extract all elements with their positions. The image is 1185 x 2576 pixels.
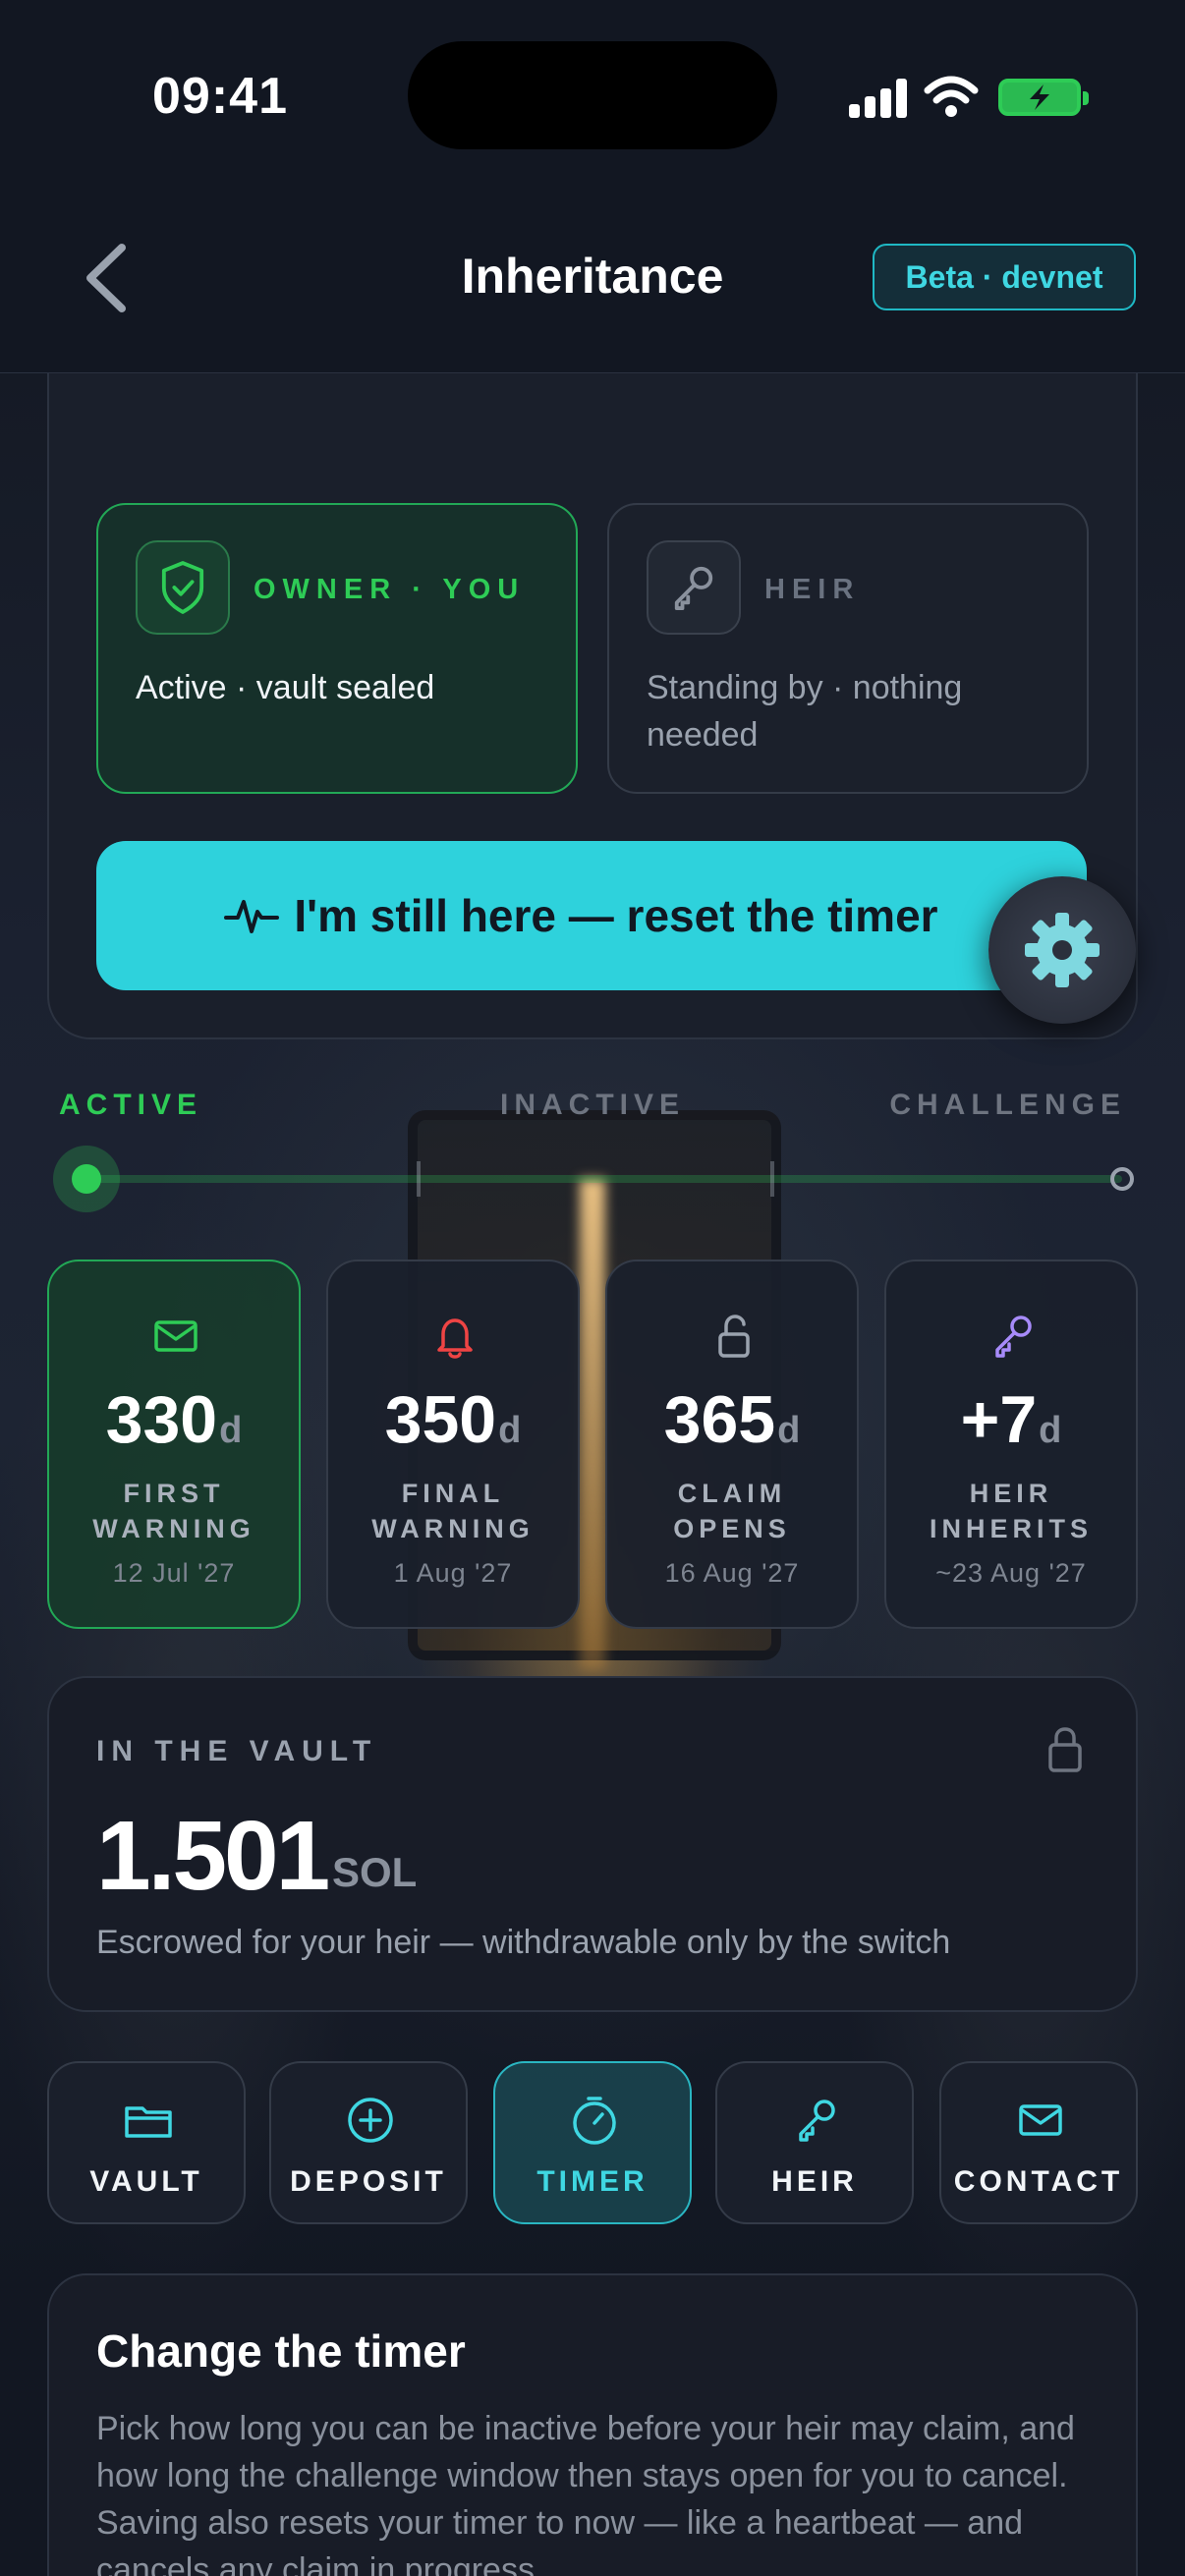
milestone-unit: d (777, 1410, 801, 1451)
folder-icon (125, 2106, 172, 2138)
timer-card-description: Pick how long you can be inactive before… (96, 2410, 1075, 2576)
bell-icon (437, 1318, 473, 1359)
unlock-icon (718, 1315, 750, 1358)
dynamic-island (408, 41, 777, 149)
timeline-phase-challenge: CHALLENGE (889, 1089, 1126, 1121)
tab-deposit[interactable]: DEPOSIT (269, 2061, 468, 2224)
vault-label: IN THE VAULT (96, 1735, 378, 1767)
heir-role-label: HEIR (764, 574, 861, 605)
timeline-track (86, 1175, 1122, 1183)
status-time: 09:41 (152, 68, 288, 125)
milestone-unit: d (1039, 1410, 1062, 1451)
timer-card-title: Change the timer (96, 2325, 466, 2377)
owner-role-label: OWNER · YOU (254, 574, 526, 605)
milestone-value: 330 (105, 1382, 218, 1457)
milestone-title: HEIR INHERITS (929, 1479, 1093, 1543)
milestone-value: 365 (663, 1382, 776, 1457)
settings-fab-button[interactable] (988, 876, 1136, 1024)
envelope-icon (1019, 2104, 1062, 2136)
vault-amount: 1.501 (96, 1801, 330, 1911)
milestone-title: FIRST WARNING (92, 1479, 255, 1543)
battery-charging-icon (998, 79, 1089, 116)
vault-light-glow (580, 1179, 605, 1670)
vault-description: Escrowed for your heir — withdrawable on… (96, 1924, 951, 1961)
cellular-signal-icon (849, 79, 908, 118)
lock-icon (1048, 1727, 1082, 1772)
milestone-unit: d (498, 1410, 522, 1451)
timer-icon (573, 2097, 616, 2145)
milestone-date: 1 Aug '27 (393, 1558, 513, 1588)
owner-role-card: OWNER · YOU Active · vault sealed (96, 503, 578, 794)
tab-label: TIMER (536, 2165, 649, 2198)
key-icon (799, 2100, 835, 2142)
timeline-tick (417, 1161, 421, 1197)
milestone-title: FINAL WARNING (371, 1479, 535, 1543)
milestone-heir-inherits: +7d HEIR INHERITS ~23 Aug '27 (884, 1260, 1138, 1629)
heir-role-status: Standing by · nothing needed (647, 669, 963, 754)
gear-icon (1025, 913, 1100, 987)
shield-check-icon (136, 540, 230, 635)
milestone-date: 16 Aug '27 (664, 1558, 800, 1588)
tab-timer[interactable]: TIMER (493, 2061, 692, 2224)
tab-label: DEPOSIT (290, 2165, 447, 2198)
key-icon (995, 1316, 1032, 1358)
milestone-final-warning: 350d FINAL WARNING 1 Aug '27 (326, 1260, 580, 1629)
status-bar: 09:41 (0, 0, 1185, 196)
tab-label: VAULT (89, 2165, 203, 2198)
tab-vault[interactable]: VAULT (47, 2061, 246, 2224)
heartbeat-icon (224, 900, 279, 933)
owner-role-status: Active · vault sealed (136, 669, 435, 706)
milestone-title: CLAIM OPENS (673, 1479, 791, 1543)
milestone-value: 350 (384, 1382, 497, 1457)
vault-unit: SOL (332, 1849, 418, 1895)
heir-role-card: HEIR Standing by · nothing needed (607, 503, 1089, 794)
key-icon (647, 540, 741, 635)
tab-contact[interactable]: CONTACT (939, 2061, 1138, 2224)
milestone-date: 12 Jul '27 (112, 1558, 236, 1588)
timeline-tick (770, 1161, 774, 1197)
milestone-claim-opens: 365d CLAIM OPENS 16 Aug '27 (605, 1260, 859, 1629)
tab-heir[interactable]: HEIR (715, 2061, 914, 2224)
envelope-icon (154, 1320, 198, 1352)
wifi-icon (924, 76, 979, 117)
network-badge: Beta · devnet (873, 244, 1136, 310)
tab-label: HEIR (771, 2165, 858, 2198)
milestone-unit: d (219, 1410, 243, 1451)
plus-circle-icon (348, 2098, 393, 2143)
timeline-end-marker (1110, 1167, 1134, 1191)
milestone-first-warning: 330d FIRST WARNING 12 Jul '27 (47, 1260, 301, 1629)
tab-label: CONTACT (953, 2165, 1124, 2198)
milestone-date: ~23 Aug '27 (935, 1558, 1087, 1588)
timeline-current-marker (53, 1146, 120, 1212)
milestone-value: +7 (960, 1382, 1038, 1457)
